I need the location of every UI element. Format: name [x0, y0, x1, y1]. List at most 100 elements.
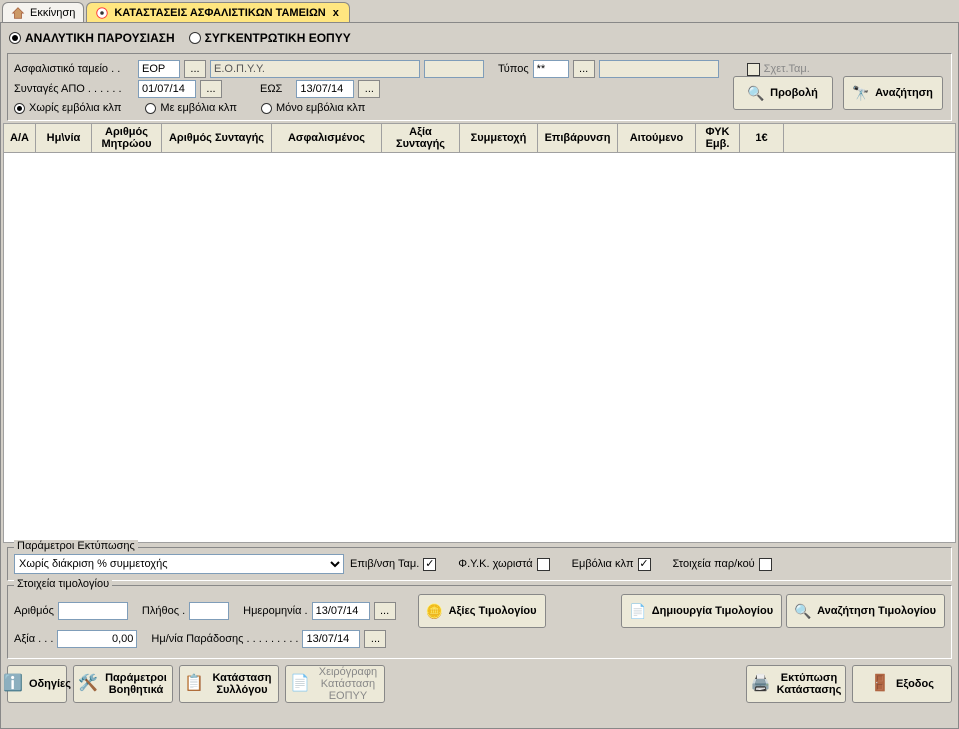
invoice-number-label: Αριθμός — [14, 605, 54, 617]
chk-vaccines-label: Εμβόλια κλπ — [572, 558, 634, 570]
aux-params-button[interactable]: 🛠️ Παράμετροι Βοηθητικά — [73, 665, 173, 703]
chk-voucher[interactable] — [759, 558, 772, 571]
filters-panel: Ασφαλιστικό ταμείο . . ... Τύπος ... Σχε… — [7, 53, 952, 121]
invoice-value-input[interactable] — [57, 630, 137, 648]
binoculars-icon: 🔭 — [853, 85, 869, 101]
fund-lookup-button[interactable]: ... — [184, 60, 206, 78]
invoice-count-input[interactable] — [189, 602, 229, 620]
info-icon: ℹ️ — [3, 675, 23, 693]
exit-button-label: Εξοδος — [896, 678, 934, 690]
help-button-label: Οδηγίες — [29, 678, 71, 690]
home-icon — [11, 6, 25, 20]
printer-icon: 🖨️ — [751, 675, 771, 693]
tab-start[interactable]: Εκκίνηση — [2, 2, 84, 22]
list-icon: 📋 — [184, 675, 204, 693]
results-grid: Α/Α Ημ\νία Αριθμός Μητρώου Αριθμός Συντα… — [3, 123, 956, 153]
invoice-delivery-picker[interactable]: ... — [364, 630, 386, 648]
radio-only-vaccines[interactable] — [261, 103, 272, 114]
invoice-number-input[interactable] — [58, 602, 128, 620]
chk-vaccines[interactable] — [638, 558, 651, 571]
col-one-euro[interactable]: 1€ — [740, 124, 784, 153]
magnifier-icon: 🔍 — [748, 85, 764, 101]
col-date[interactable]: Ημ\νία — [36, 124, 92, 153]
fund-name-display — [210, 60, 420, 78]
manual-state-button: 📄 Χειρόγραφη Κατάσταση ΕΟΠΥΥ — [285, 665, 385, 703]
type-lookup-button[interactable]: ... — [573, 60, 595, 78]
print-state-label: Εκτύπωση Κατάστασης — [777, 672, 842, 696]
view-mode-group: ΑΝΑΛΥΤΙΚΗ ΠΑΡΟΥΣΙΑΣΗ ΣΥΓΚΕΝΤΡΩΤΙΚΗ ΕΟΠΥΥ — [1, 23, 958, 49]
invoice-values-label: Αξίες Τιμολογίου — [449, 605, 537, 617]
date-from-input[interactable] — [138, 80, 196, 98]
radio-no-vaccines[interactable] — [14, 103, 25, 114]
exit-button[interactable]: 🚪 Εξοδος — [852, 665, 952, 703]
radio-with-vaccines[interactable] — [145, 103, 156, 114]
col-surcharge[interactable]: Επιβάρυνση — [538, 124, 618, 153]
radio-with-vaccines-label: Με εμβόλια κλπ — [160, 102, 237, 114]
date-to-input[interactable] — [296, 80, 354, 98]
chk-fyk-separate[interactable] — [537, 558, 550, 571]
search-doc-icon: 🔍 — [795, 603, 811, 619]
tab-insurance-statements[interactable]: ΚΑΤΑΣΤΑΣΕΙΣ ΑΣΦΑΛΙΣΤΙΚΩΝ ΤΑΜΕΙΩΝ x — [86, 2, 350, 22]
invoice-legend: Στοιχεία τιμολογίου — [14, 578, 112, 590]
coins-icon: 🪙 — [427, 603, 443, 619]
invoice-date-input[interactable] — [312, 602, 370, 620]
invoice-create-label: Δημιουργία Τιμολογίου — [652, 605, 773, 617]
search-button-label: Αναζήτηση — [875, 87, 933, 99]
fund-label: Ασφαλιστικό ταμείο . . — [14, 63, 134, 75]
tab-bar: Εκκίνηση ΚΑΤΑΣΤΑΣΕΙΣ ΑΣΦΑΛΙΣΤΙΚΩΝ ΤΑΜΕΙΩ… — [0, 0, 959, 22]
type-code-input[interactable] — [533, 60, 569, 78]
fund-extra-display — [424, 60, 484, 78]
col-rx-no[interactable]: Αριθμός Συνταγής — [162, 124, 272, 153]
chk-supervision[interactable] — [423, 558, 436, 571]
search-button[interactable]: 🔭 Αναζήτηση — [843, 76, 943, 110]
results-grid-body[interactable] — [3, 153, 956, 543]
chk-voucher-label: Στοιχεία παρ/κού — [673, 558, 755, 570]
col-empty — [784, 124, 956, 153]
invoice-fieldset: Στοιχεία τιμολογίου Αριθμός Πλήθος . Ημε… — [7, 585, 952, 659]
col-participation[interactable]: Συμμετοχή — [460, 124, 538, 153]
radio-analytic-label: ΑΝΑΛΥΤΙΚΗ ΠΑΡΟΥΣΙΑΣΗ — [25, 31, 175, 45]
radio-summary-label: ΣΥΓΚΕΝΤΡΩΤΙΚΗ ΕΟΠΥΥ — [205, 31, 351, 45]
help-button[interactable]: ℹ️ Οδηγίες — [7, 665, 67, 703]
tab-active-label: ΚΑΤΑΣΤΑΣΕΙΣ ΑΣΦΑΛΙΣΤΙΚΩΝ ΤΑΜΕΙΩΝ — [114, 7, 325, 19]
related-fund-checkbox — [747, 63, 760, 76]
invoice-delivery-label: Ημ/νία Παράδοσης . . . . . . . . . — [151, 633, 298, 645]
print-state-button[interactable]: 🖨️ Εκτύπωση Κατάστασης — [746, 665, 846, 703]
print-params-fieldset: Παράμετροι Εκτύπωσης Χωρίς διάκριση % συ… — [7, 547, 952, 581]
radio-analytic[interactable] — [9, 32, 21, 44]
radio-summary[interactable] — [189, 32, 201, 44]
rx-to-label: ΕΩΣ — [260, 83, 282, 95]
tab-close-button[interactable]: x — [331, 7, 341, 19]
invoice-find-label: Αναζήτηση Τιμολογίου — [817, 605, 936, 617]
date-from-picker[interactable]: ... — [200, 80, 222, 98]
fund-code-input[interactable] — [138, 60, 180, 78]
col-reg-no[interactable]: Αριθμός Μητρώου — [92, 124, 162, 153]
invoice-delivery-input[interactable] — [302, 630, 360, 648]
type-name-display — [599, 60, 719, 78]
invoice-value-label: Αξία . . . — [14, 633, 53, 645]
aux-params-label: Παράμετροι Βοηθητικά — [104, 672, 168, 696]
col-insured[interactable]: Ασφαλισμένος — [272, 124, 382, 153]
participation-filter-combo[interactable]: Χωρίς διάκριση % συμμετοχής — [14, 554, 344, 574]
invoice-count-label: Πλήθος . — [142, 605, 185, 617]
tools-icon: 🛠️ — [78, 675, 98, 693]
invoice-date-label: Ημερομηνία . — [243, 605, 307, 617]
col-fyk[interactable]: ΦΥΚ Εμβ. — [696, 124, 740, 153]
col-aa[interactable]: Α/Α — [4, 124, 36, 153]
type-label: Τύπος — [498, 63, 529, 75]
invoice-create-button[interactable]: 📄 Δημιουργία Τιμολογίου — [621, 594, 782, 628]
invoice-find-button[interactable]: 🔍 Αναζήτηση Τιμολογίου — [786, 594, 945, 628]
association-state-button[interactable]: 📋 Κατάσταση Συλλόγου — [179, 665, 279, 703]
new-doc-icon: 📄 — [630, 603, 646, 619]
app-icon — [95, 6, 109, 20]
col-rx-value[interactable]: Αξία Συνταγής — [382, 124, 460, 153]
bottom-toolbar: ℹ️ Οδηγίες 🛠️ Παράμετροι Βοηθητικά 📋 Κατ… — [1, 661, 958, 707]
col-requested[interactable]: Αιτούμενο — [618, 124, 696, 153]
invoice-date-picker[interactable]: ... — [374, 602, 396, 620]
invoice-values-button[interactable]: 🪙 Αξίες Τιμολογίου — [418, 594, 546, 628]
view-button[interactable]: 🔍 Προβολή — [733, 76, 833, 110]
chk-supervision-label: Επιβ/νση Ταμ. — [350, 558, 419, 570]
date-to-picker[interactable]: ... — [358, 80, 380, 98]
chk-fyk-separate-label: Φ.Υ.Κ. χωριστά — [458, 558, 532, 570]
rx-from-label: Συνταγές ΑΠΟ . . . . . . — [14, 83, 134, 95]
